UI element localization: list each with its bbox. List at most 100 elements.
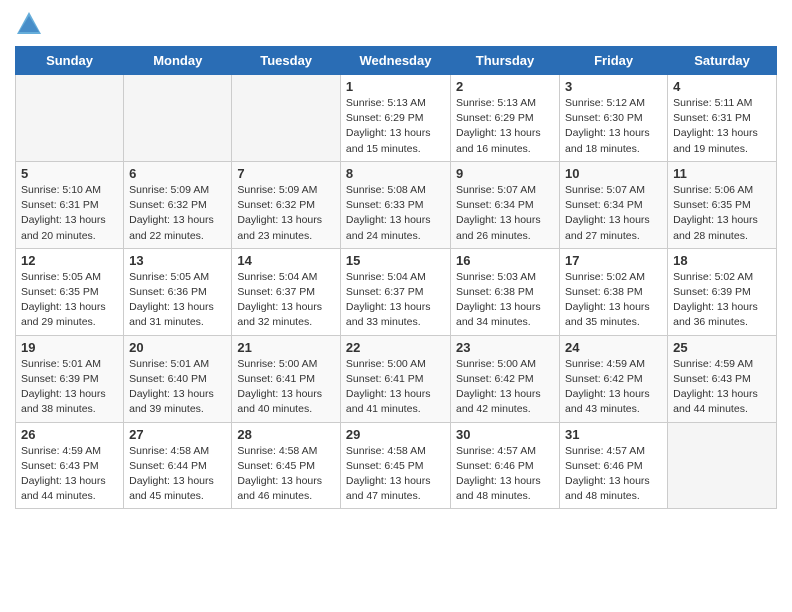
day-cell: 21 Sunrise: 5:00 AMSunset: 6:41 PMDayligh…	[232, 335, 341, 422]
col-header-sunday: Sunday	[16, 47, 124, 75]
day-info: Sunrise: 5:01 AMSunset: 6:40 PMDaylight:…	[129, 357, 226, 418]
day-cell	[232, 75, 341, 162]
calendar-table: SundayMondayTuesdayWednesdayThursdayFrid…	[15, 46, 777, 509]
col-header-saturday: Saturday	[668, 47, 777, 75]
day-cell: 31 Sunrise: 4:57 AMSunset: 6:46 PMDayligh…	[560, 422, 668, 509]
day-number: 21	[237, 340, 335, 355]
day-info: Sunrise: 4:58 AMSunset: 6:45 PMDaylight:…	[346, 444, 445, 505]
day-number: 12	[21, 253, 118, 268]
header-row: SundayMondayTuesdayWednesdayThursdayFrid…	[16, 47, 777, 75]
day-number: 23	[456, 340, 554, 355]
day-info: Sunrise: 4:59 AMSunset: 6:43 PMDaylight:…	[673, 357, 771, 418]
day-cell: 5 Sunrise: 5:10 AMSunset: 6:31 PMDaylight…	[16, 161, 124, 248]
day-info: Sunrise: 5:13 AMSunset: 6:29 PMDaylight:…	[456, 96, 554, 157]
day-number: 16	[456, 253, 554, 268]
col-header-monday: Monday	[124, 47, 232, 75]
day-cell: 11 Sunrise: 5:06 AMSunset: 6:35 PMDayligh…	[668, 161, 777, 248]
day-number: 20	[129, 340, 226, 355]
day-info: Sunrise: 5:02 AMSunset: 6:38 PMDaylight:…	[565, 270, 662, 331]
day-cell: 18 Sunrise: 5:02 AMSunset: 6:39 PMDayligh…	[668, 248, 777, 335]
week-row-3: 12 Sunrise: 5:05 AMSunset: 6:35 PMDayligh…	[16, 248, 777, 335]
week-row-2: 5 Sunrise: 5:10 AMSunset: 6:31 PMDaylight…	[16, 161, 777, 248]
day-info: Sunrise: 5:05 AMSunset: 6:36 PMDaylight:…	[129, 270, 226, 331]
logo	[15, 10, 45, 38]
week-row-1: 1 Sunrise: 5:13 AMSunset: 6:29 PMDaylight…	[16, 75, 777, 162]
day-number: 4	[673, 79, 771, 94]
day-cell: 22 Sunrise: 5:00 AMSunset: 6:41 PMDayligh…	[340, 335, 450, 422]
day-info: Sunrise: 5:00 AMSunset: 6:41 PMDaylight:…	[237, 357, 335, 418]
day-cell: 16 Sunrise: 5:03 AMSunset: 6:38 PMDayligh…	[451, 248, 560, 335]
day-info: Sunrise: 5:02 AMSunset: 6:39 PMDaylight:…	[673, 270, 771, 331]
day-cell: 13 Sunrise: 5:05 AMSunset: 6:36 PMDayligh…	[124, 248, 232, 335]
day-number: 10	[565, 166, 662, 181]
col-header-friday: Friday	[560, 47, 668, 75]
col-header-thursday: Thursday	[451, 47, 560, 75]
day-cell	[16, 75, 124, 162]
day-info: Sunrise: 5:00 AMSunset: 6:42 PMDaylight:…	[456, 357, 554, 418]
day-number: 27	[129, 427, 226, 442]
day-number: 25	[673, 340, 771, 355]
day-cell: 4 Sunrise: 5:11 AMSunset: 6:31 PMDaylight…	[668, 75, 777, 162]
day-info: Sunrise: 5:04 AMSunset: 6:37 PMDaylight:…	[237, 270, 335, 331]
header	[15, 10, 777, 38]
day-cell: 25 Sunrise: 4:59 AMSunset: 6:43 PMDayligh…	[668, 335, 777, 422]
day-cell: 20 Sunrise: 5:01 AMSunset: 6:40 PMDayligh…	[124, 335, 232, 422]
day-cell: 3Sunrise: 5:12 AMSunset: 6:30 PMDaylight…	[560, 75, 668, 162]
day-number: 29	[346, 427, 445, 442]
day-number: 31	[565, 427, 662, 442]
day-cell: 2 Sunrise: 5:13 AMSunset: 6:29 PMDaylight…	[451, 75, 560, 162]
day-cell: 14 Sunrise: 5:04 AMSunset: 6:37 PMDayligh…	[232, 248, 341, 335]
day-number: 13	[129, 253, 226, 268]
day-info: Sunrise: 5:04 AMSunset: 6:37 PMDaylight:…	[346, 270, 445, 331]
col-header-wednesday: Wednesday	[340, 47, 450, 75]
day-cell: 23 Sunrise: 5:00 AMSunset: 6:42 PMDayligh…	[451, 335, 560, 422]
day-number: 22	[346, 340, 445, 355]
day-info: Sunrise: 4:59 AMSunset: 6:42 PMDaylight:…	[565, 357, 662, 418]
day-info: Sunrise: 5:07 AMSunset: 6:34 PMDaylight:…	[456, 183, 554, 244]
day-number: 11	[673, 166, 771, 181]
day-number: 5	[21, 166, 118, 181]
day-info: Sunrise: 4:58 AMSunset: 6:44 PMDaylight:…	[129, 444, 226, 505]
day-cell: 28 Sunrise: 4:58 AMSunset: 6:45 PMDayligh…	[232, 422, 341, 509]
day-info: Sunrise: 5:05 AMSunset: 6:35 PMDaylight:…	[21, 270, 118, 331]
day-number: 30	[456, 427, 554, 442]
day-info: Sunrise: 5:07 AMSunset: 6:34 PMDaylight:…	[565, 183, 662, 244]
day-cell: 1Sunrise: 5:13 AMSunset: 6:29 PMDaylight…	[340, 75, 450, 162]
week-row-4: 19 Sunrise: 5:01 AMSunset: 6:39 PMDayligh…	[16, 335, 777, 422]
day-info: Sunrise: 5:00 AMSunset: 6:41 PMDaylight:…	[346, 357, 445, 418]
day-info: Sunrise: 5:03 AMSunset: 6:38 PMDaylight:…	[456, 270, 554, 331]
logo-icon	[15, 10, 43, 38]
day-number: 14	[237, 253, 335, 268]
day-cell: 29 Sunrise: 4:58 AMSunset: 6:45 PMDayligh…	[340, 422, 450, 509]
day-number: 17	[565, 253, 662, 268]
day-cell: 27 Sunrise: 4:58 AMSunset: 6:44 PMDayligh…	[124, 422, 232, 509]
day-number: 24	[565, 340, 662, 355]
day-number: 2	[456, 79, 554, 94]
day-number: 8	[346, 166, 445, 181]
week-row-5: 26Sunrise: 4:59 AMSunset: 6:43 PMDayligh…	[16, 422, 777, 509]
day-info: Sunrise: 5:06 AMSunset: 6:35 PMDaylight:…	[673, 183, 771, 244]
day-number: 28	[237, 427, 335, 442]
day-cell: 17 Sunrise: 5:02 AMSunset: 6:38 PMDayligh…	[560, 248, 668, 335]
day-info: Sunrise: 5:12 AMSunset: 6:30 PMDaylight:…	[565, 96, 662, 157]
day-number: 18	[673, 253, 771, 268]
day-info: Sunrise: 5:09 AMSunset: 6:32 PMDaylight:…	[129, 183, 226, 244]
day-info: Sunrise: 4:57 AMSunset: 6:46 PMDaylight:…	[565, 444, 662, 505]
day-cell: 10 Sunrise: 5:07 AMSunset: 6:34 PMDayligh…	[560, 161, 668, 248]
col-header-tuesday: Tuesday	[232, 47, 341, 75]
day-info: Sunrise: 5:01 AMSunset: 6:39 PMDaylight:…	[21, 357, 118, 418]
day-cell: 26Sunrise: 4:59 AMSunset: 6:43 PMDayligh…	[16, 422, 124, 509]
day-number: 15	[346, 253, 445, 268]
day-number: 19	[21, 340, 118, 355]
day-number: 6	[129, 166, 226, 181]
day-info: Sunrise: 5:10 AMSunset: 6:31 PMDaylight:…	[21, 183, 118, 244]
day-info: Sunrise: 5:08 AMSunset: 6:33 PMDaylight:…	[346, 183, 445, 244]
day-info: Sunrise: 5:11 AMSunset: 6:31 PMDaylight:…	[673, 96, 771, 157]
day-number: 1	[346, 79, 445, 94]
day-info: Sunrise: 4:58 AMSunset: 6:45 PMDaylight:…	[237, 444, 335, 505]
day-cell: 6 Sunrise: 5:09 AMSunset: 6:32 PMDaylight…	[124, 161, 232, 248]
day-cell: 9 Sunrise: 5:07 AMSunset: 6:34 PMDaylight…	[451, 161, 560, 248]
day-cell: 15 Sunrise: 5:04 AMSunset: 6:37 PMDayligh…	[340, 248, 450, 335]
day-number: 9	[456, 166, 554, 181]
day-info: Sunrise: 4:59 AMSunset: 6:43 PMDaylight:…	[21, 444, 118, 505]
